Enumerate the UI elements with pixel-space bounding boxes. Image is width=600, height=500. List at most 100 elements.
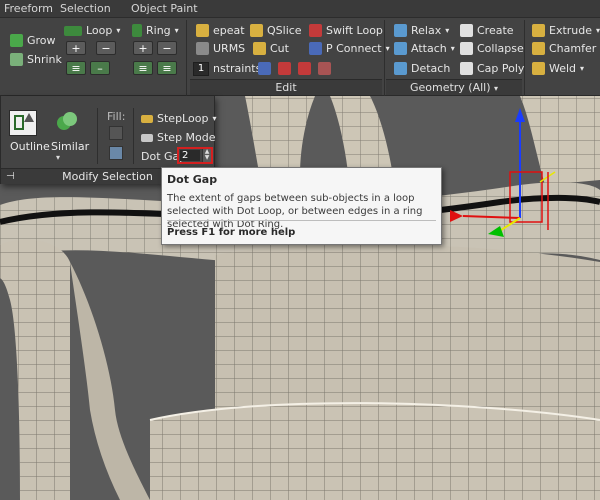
chevron-down-icon: ▾: [385, 44, 390, 53]
constraint-none-icon[interactable]: [258, 62, 271, 75]
loop-shrink-button[interactable]: −: [96, 41, 116, 55]
chamfer-icon: [532, 42, 545, 55]
divider: [186, 20, 187, 96]
grow-label: Grow: [27, 34, 56, 47]
divider: [524, 20, 525, 96]
chevron-down-icon: ▾: [56, 153, 61, 162]
chevron-down-icon: ▾: [445, 26, 450, 35]
p-connect-icon: [309, 42, 322, 55]
constraints-value[interactable]: 1: [193, 61, 209, 76]
ring-shrink-button[interactable]: −: [157, 41, 177, 55]
chamfer-button[interactable]: Chamfer ▾: [532, 40, 600, 57]
step-loop-icon: [141, 114, 153, 123]
geometry-panel-footer[interactable]: Geometry (All) ▾: [386, 79, 522, 95]
ring-step-icon[interactable]: ≡: [133, 61, 153, 75]
tooltip-divider: [167, 220, 436, 221]
attach-label: Attach: [411, 42, 447, 55]
cut-icon: [253, 42, 266, 55]
ring-label: Ring: [146, 24, 171, 37]
chevron-down-icon: ▾: [596, 26, 600, 35]
fill-label: Fill:: [107, 110, 126, 123]
loop-step-icon[interactable]: ≡: [66, 61, 86, 75]
chevron-down-icon: ▾: [174, 26, 179, 35]
constraint-edge-icon[interactable]: [278, 62, 291, 75]
pin-icon[interactable]: ⊣: [6, 169, 15, 184]
attach-button[interactable]: Attach ▾: [394, 40, 455, 57]
outline-label[interactable]: Outline: [10, 140, 50, 153]
weld-button[interactable]: Weld ▾: [532, 60, 584, 77]
qslice-label: QSlice: [267, 24, 302, 37]
loop-button[interactable]: Loop ▾: [64, 22, 120, 39]
tab-freeform[interactable]: Freeform: [4, 2, 53, 15]
tab-selection[interactable]: Selection: [60, 2, 111, 15]
ribbon: Freeform Selection Object Paint Grow Shr…: [0, 0, 600, 96]
shrink-button[interactable]: Shrink: [10, 51, 62, 68]
similar-icon[interactable]: [55, 110, 79, 134]
repeat-label: epeat: [213, 24, 245, 37]
collapse-button[interactable]: Collapse: [460, 40, 524, 57]
collapse-icon: [460, 42, 473, 55]
create-button[interactable]: Create: [460, 22, 514, 39]
chamfer-label: Chamfer: [549, 42, 597, 55]
relax-label: Relax: [411, 24, 442, 37]
extrude-icon: [532, 24, 545, 37]
qslice-button[interactable]: QSlice: [250, 22, 302, 39]
loop-grow-button[interactable]: +: [66, 41, 86, 55]
edit-panel-footer: Edit: [190, 79, 382, 95]
cap-poly-icon: [460, 62, 473, 75]
qslice-icon: [250, 24, 263, 37]
swift-loop-icon: [309, 24, 322, 37]
p-connect-button[interactable]: P Connect ▾: [309, 40, 390, 57]
extrude-button[interactable]: Extrude ▾: [532, 22, 600, 39]
p-connect-label: P Connect: [326, 42, 382, 55]
grow-button[interactable]: Grow: [10, 32, 56, 49]
fill-hole-icon[interactable]: [109, 146, 123, 160]
step-mode-icon: [141, 133, 153, 142]
repeat-button[interactable]: epeat: [196, 22, 245, 39]
weld-icon: [532, 62, 545, 75]
loop-label: Loop: [86, 24, 113, 37]
detach-icon: [394, 62, 407, 75]
similar-label[interactable]: Similar: [51, 140, 89, 153]
chevron-down-icon: ▾: [494, 84, 499, 93]
tooltip-dot-gap: Dot Gap The extent of gaps between sub-o…: [161, 167, 442, 245]
chevron-down-icon: ▾: [116, 26, 121, 35]
tab-object-paint[interactable]: Object Paint: [131, 2, 198, 15]
shrink-label: Shrink: [27, 53, 62, 66]
divider: [97, 108, 98, 164]
nurms-button[interactable]: URMS: [196, 40, 245, 57]
detach-label: Detach: [411, 62, 451, 75]
loop-icon: [64, 25, 82, 36]
create-label: Create: [477, 24, 514, 37]
ring-dot-icon[interactable]: ≡: [157, 61, 177, 75]
outline-icon[interactable]: [9, 110, 37, 136]
cap-poly-label: Cap Poly: [477, 62, 525, 75]
chevron-down-icon: ▾: [212, 114, 217, 123]
step-loop-button[interactable]: StepLoop ▾: [141, 110, 216, 127]
swift-loop-button[interactable]: Swift Loop: [309, 22, 383, 39]
geometry-panel-label: Geometry (All): [409, 81, 491, 94]
edit-panel-label: Edit: [275, 81, 297, 94]
constraint-face-icon[interactable]: [298, 62, 311, 75]
cap-poly-button[interactable]: Cap Poly: [460, 60, 524, 77]
chevron-down-icon: ▾: [580, 64, 585, 73]
cut-button[interactable]: Cut: [253, 40, 289, 57]
grow-icon: [10, 34, 23, 47]
swift-loop-label: Swift Loop: [326, 24, 383, 37]
dot-gap-value[interactable]: 2: [180, 150, 200, 161]
nurms-icon: [196, 42, 209, 55]
tooltip-body: The extent of gaps between sub-objects i…: [167, 193, 423, 230]
dot-gap-highlight: 2 ▲ ▼: [177, 147, 213, 164]
create-icon: [460, 24, 473, 37]
relax-button[interactable]: Relax ▾: [394, 22, 449, 39]
fill-icon[interactable]: [109, 126, 123, 140]
ring-grow-button[interactable]: +: [133, 41, 153, 55]
extrude-label: Extrude: [549, 24, 593, 37]
step-mode-button[interactable]: Step Mode: [141, 129, 216, 146]
dot-gap-spinner[interactable]: ▲ ▼: [202, 149, 211, 162]
loop-dot-icon[interactable]: –: [90, 61, 110, 75]
tooltip-title: Dot Gap: [167, 173, 218, 186]
constraint-normal-icon[interactable]: [318, 62, 331, 75]
detach-button[interactable]: Detach: [394, 60, 450, 77]
ring-button[interactable]: Ring ▾: [132, 22, 179, 39]
